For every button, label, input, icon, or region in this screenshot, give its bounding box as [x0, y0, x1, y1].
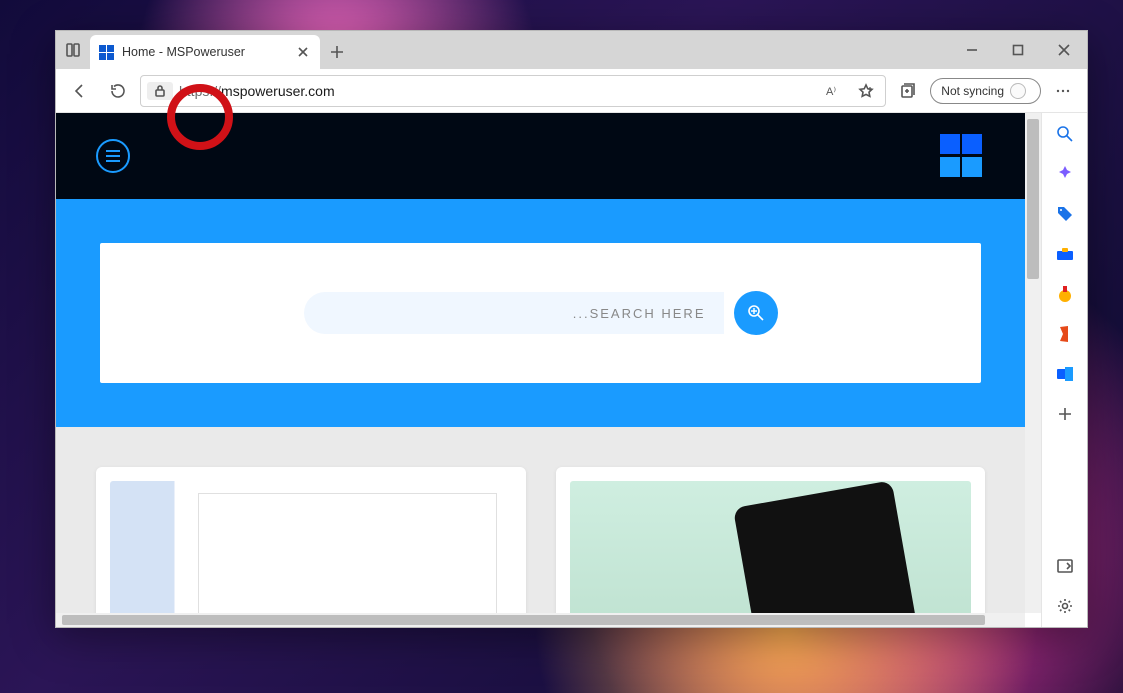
- outlook-icon[interactable]: [1052, 361, 1078, 387]
- url-text: https://mspoweruser.com: [179, 83, 815, 99]
- edge-sidebar: [1041, 113, 1087, 627]
- avatar-icon: [1010, 83, 1026, 99]
- read-aloud-button[interactable]: A⁾: [821, 75, 847, 107]
- window-controls: [949, 31, 1087, 69]
- article-thumbnail: [570, 481, 972, 613]
- address-bar[interactable]: https://mspoweruser.com A⁾: [140, 75, 886, 107]
- search-panel: [100, 243, 981, 383]
- scrollbar-thumb[interactable]: [1027, 119, 1039, 279]
- search-icon[interactable]: [1052, 121, 1078, 147]
- lock-icon: [153, 84, 167, 98]
- tab-favicon-icon: [98, 44, 114, 60]
- site-search-button[interactable]: [734, 291, 778, 335]
- site-info-button[interactable]: [147, 82, 173, 100]
- browser-toolbar: https://mspoweruser.com A⁾ Not syncing: [56, 69, 1087, 113]
- tab-strip: Home - MSPoweruser: [56, 31, 1087, 69]
- article-card[interactable]: [96, 467, 526, 613]
- tab-title: Home - MSPoweruser: [122, 45, 286, 59]
- article-card[interactable]: [556, 467, 986, 613]
- sidebar-settings-button[interactable]: [1052, 593, 1078, 619]
- tab-actions-button[interactable]: [56, 31, 90, 69]
- scrollbar-thumb[interactable]: [62, 615, 985, 625]
- site-header: [56, 113, 1025, 199]
- profile-sync-button[interactable]: Not syncing: [930, 78, 1041, 104]
- collections-button[interactable]: [892, 75, 924, 107]
- favorites-button[interactable]: [853, 75, 879, 107]
- svg-text:A⁾: A⁾: [826, 86, 836, 98]
- url-host: mspoweruser.com: [221, 83, 335, 99]
- window-minimize-button[interactable]: [949, 31, 995, 69]
- new-tab-button[interactable]: [320, 35, 354, 69]
- ai-sparkle-icon[interactable]: [1052, 161, 1078, 187]
- sync-label: Not syncing: [941, 84, 1004, 98]
- tab-close-button[interactable]: [294, 43, 312, 61]
- shopping-tags-icon[interactable]: [1052, 201, 1078, 227]
- back-button[interactable]: [64, 75, 96, 107]
- page-viewport: [56, 113, 1041, 627]
- games-icon[interactable]: [1052, 281, 1078, 307]
- office-icon[interactable]: [1052, 321, 1078, 347]
- settings-more-button[interactable]: [1047, 75, 1079, 107]
- sidebar-add-button[interactable]: [1052, 401, 1078, 427]
- window-maximize-button[interactable]: [995, 31, 1041, 69]
- url-scheme: https://: [179, 83, 221, 99]
- sidebar-collapse-button[interactable]: [1052, 553, 1078, 579]
- vertical-scrollbar[interactable]: [1025, 113, 1041, 613]
- browser-window: Home - MSPoweruser: [55, 30, 1088, 628]
- horizontal-scrollbar[interactable]: [56, 613, 1025, 627]
- hero-search-section: [56, 199, 1025, 427]
- tab-active[interactable]: Home - MSPoweruser: [90, 35, 320, 69]
- refresh-button[interactable]: [102, 75, 134, 107]
- site-menu-button[interactable]: [96, 139, 130, 173]
- site-logo-icon[interactable]: [939, 133, 985, 179]
- article-thumbnail: [110, 481, 512, 613]
- site-search-input[interactable]: [304, 292, 724, 334]
- toolbox-icon[interactable]: [1052, 241, 1078, 267]
- webpage-content: [56, 113, 1025, 613]
- article-cards-row: [56, 427, 1025, 613]
- window-close-button[interactable]: [1041, 31, 1087, 69]
